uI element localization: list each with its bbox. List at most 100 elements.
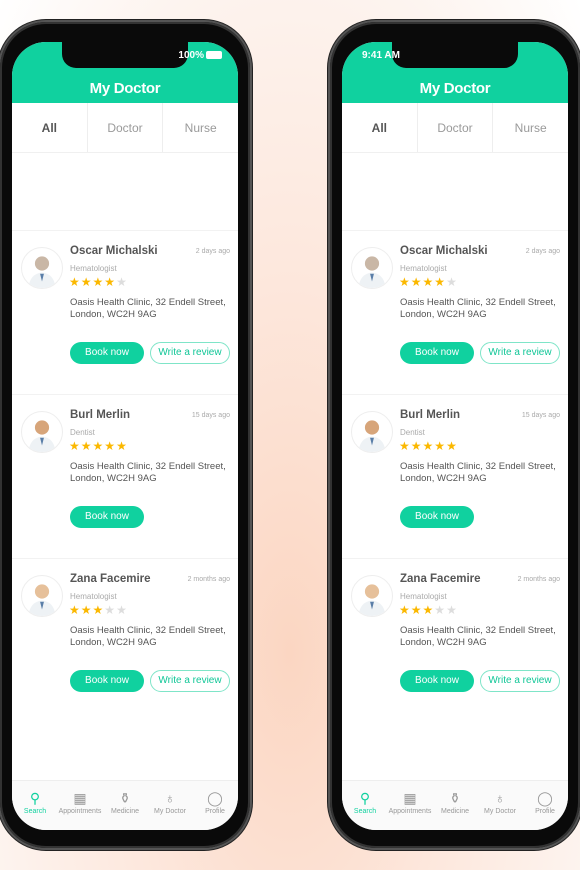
nav-label: Medicine — [440, 808, 469, 815]
doctor-specialty: Hematologist — [70, 264, 117, 273]
write-review-button[interactable]: Write a review — [150, 342, 230, 364]
stethoscope-icon: ♁ — [164, 790, 176, 806]
search-icon: ⚲ — [359, 790, 371, 806]
status-battery: 100% — [178, 50, 222, 61]
page-title: My Doctor — [419, 80, 491, 97]
star-icon: ★ — [80, 439, 93, 453]
doctor-specialty: Dentist — [400, 428, 425, 437]
nav-my-doctor[interactable]: ♁ My Doctor — [478, 781, 523, 830]
doctor-name[interactable]: Zana Facemire — [70, 573, 180, 585]
star-icon: ★ — [116, 275, 128, 289]
star-icon: ★ — [92, 439, 105, 453]
write-review-button[interactable]: Write a review — [480, 342, 560, 364]
stethoscope-icon: ♁ — [494, 790, 506, 806]
star-icon: ★ — [434, 603, 447, 617]
nav-my-doctor[interactable]: ♁ My Doctor — [148, 781, 193, 830]
avatar — [351, 411, 393, 453]
star-icon: ★ — [92, 275, 105, 289]
rating-stars: ★★★★★ — [399, 439, 458, 453]
rating-stars: ★★★★★ — [69, 603, 128, 617]
doctor-name[interactable]: Oscar Michalski — [400, 245, 510, 257]
star-icon: ★ — [410, 603, 423, 617]
nav-search[interactable]: ⚲ Search — [343, 781, 388, 830]
tab-bar: All Doctor Nurse — [342, 103, 568, 153]
battery-icon — [206, 51, 222, 59]
nav-appointments[interactable]: ▦ Appointments — [388, 781, 433, 830]
nav-profile[interactable]: ◯ Profile — [523, 781, 568, 830]
page-title: My Doctor — [89, 80, 161, 97]
star-icon: ★ — [69, 275, 81, 289]
book-now-button[interactable]: Book now — [70, 506, 144, 528]
star-icon: ★ — [69, 439, 81, 453]
nav-label: Medicine — [110, 808, 139, 815]
book-now-button[interactable]: Book now — [400, 506, 474, 528]
status-time: 9:41 AM — [362, 50, 400, 61]
nav-medicine[interactable]: ⚱ Medicine — [103, 781, 148, 830]
avatar — [351, 247, 393, 289]
nav-search[interactable]: ⚲ Search — [13, 781, 58, 830]
tab-doctor[interactable]: Doctor — [88, 103, 164, 152]
star-icon: ★ — [434, 439, 447, 453]
avatar — [21, 575, 63, 617]
clinic-address: Oasis Health Clinic, 32 Endell Street, L… — [70, 461, 226, 484]
avatar — [21, 411, 63, 453]
doctor-name[interactable]: Burl Merlin — [400, 409, 510, 421]
doctor-photo — [358, 584, 386, 616]
search-icon: ⚲ — [29, 790, 41, 806]
phone-left: 100% My Doctor All Doctor Nurse Oscar Michal… — [0, 22, 250, 848]
tab-doctor[interactable]: Doctor — [418, 103, 494, 152]
rating-stars: ★★★★★ — [399, 275, 458, 289]
star-icon: ★ — [422, 603, 435, 617]
rating-stars: ★★★★★ — [69, 275, 128, 289]
doctor-name[interactable]: Oscar Michalski — [70, 245, 180, 257]
doctor-photo — [358, 256, 386, 288]
tab-nurse[interactable]: Nurse — [163, 103, 238, 152]
rating-stars: ★★★★★ — [69, 439, 128, 453]
star-icon: ★ — [399, 439, 411, 453]
avatar — [21, 247, 63, 289]
star-icon: ★ — [104, 603, 117, 617]
star-icon: ★ — [410, 275, 423, 289]
star-icon: ★ — [399, 275, 411, 289]
doctor-specialty: Hematologist — [70, 592, 117, 601]
nav-label: Search — [353, 808, 377, 815]
doctor-name[interactable]: Burl Merlin — [70, 409, 180, 421]
calendar-icon: ▦ — [73, 790, 87, 806]
write-review-button[interactable]: Write a review — [480, 670, 560, 692]
book-now-button[interactable]: Book now — [400, 670, 474, 692]
notch — [392, 42, 518, 68]
book-now-button[interactable]: Book now — [70, 342, 144, 364]
doctor-specialty: Hematologist — [400, 264, 447, 273]
app-header: 100% My Doctor — [12, 42, 238, 103]
star-icon: ★ — [116, 439, 128, 453]
medicine-icon: ⚱ — [449, 790, 461, 806]
nav-label: Profile — [205, 808, 225, 815]
star-icon: ★ — [446, 275, 458, 289]
book-now-button[interactable]: Book now — [70, 670, 144, 692]
star-icon: ★ — [116, 603, 128, 617]
review-date: 2 months ago — [517, 576, 560, 583]
clinic-address: Oasis Health Clinic, 32 Endell Street, L… — [400, 297, 556, 320]
doctor-card: Zana Facemire 2 months ago Hematologist … — [342, 558, 568, 722]
write-review-button[interactable]: Write a review — [150, 670, 230, 692]
nav-appointments[interactable]: ▦ Appointments — [58, 781, 103, 830]
bottom-nav: ⚲ Search ▦ Appointments ⚱ Medicine ♁ My Doctor ◯… — [342, 780, 568, 830]
star-icon: ★ — [104, 439, 117, 453]
tab-all[interactable]: All — [342, 103, 418, 152]
doctor-photo — [28, 420, 56, 452]
review-date: 2 days ago — [195, 248, 230, 255]
doctor-name[interactable]: Zana Facemire — [400, 573, 510, 585]
profile-icon: ◯ — [207, 790, 223, 806]
star-icon: ★ — [69, 603, 81, 617]
nav-label: Search — [23, 808, 47, 815]
tab-bar: All Doctor Nurse — [12, 103, 238, 153]
book-now-button[interactable]: Book now — [400, 342, 474, 364]
clinic-address: Oasis Health Clinic, 32 Endell Street, L… — [400, 461, 556, 484]
nav-profile[interactable]: ◯ Profile — [193, 781, 238, 830]
clinic-address: Oasis Health Clinic, 32 Endell Street, L… — [400, 625, 556, 648]
tab-all[interactable]: All — [12, 103, 88, 152]
tab-nurse[interactable]: Nurse — [493, 103, 568, 152]
phone-right: 9:41 AM My Doctor All Doctor Nurse Oscar Mic… — [330, 22, 580, 848]
nav-medicine[interactable]: ⚱ Medicine — [433, 781, 478, 830]
clinic-address: Oasis Health Clinic, 32 Endell Street, L… — [70, 297, 226, 320]
